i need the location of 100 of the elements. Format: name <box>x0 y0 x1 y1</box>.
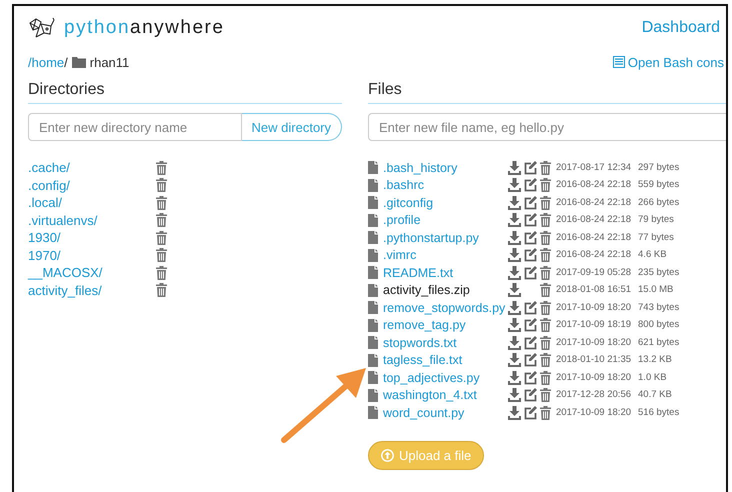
trash-icon[interactable] <box>540 406 551 420</box>
new-directory-button[interactable]: New directory <box>242 113 342 141</box>
edit-icon[interactable] <box>524 300 537 315</box>
download-icon[interactable] <box>508 213 521 228</box>
file-link[interactable]: remove_tag.py <box>383 318 466 332</box>
download-icon[interactable] <box>508 353 521 368</box>
trash-icon[interactable] <box>540 300 551 315</box>
trash-icon[interactable] <box>540 248 551 262</box>
upload-button[interactable]: Upload a file <box>368 440 484 470</box>
upload-icon <box>381 448 394 462</box>
trash-icon[interactable] <box>540 160 551 175</box>
directory-link[interactable]: 1930/ <box>28 230 61 246</box>
file-link[interactable]: .bash_history <box>383 160 458 175</box>
file-size: 15.0 MB <box>638 284 674 296</box>
edit-icon[interactable] <box>524 266 537 280</box>
edit-icon[interactable] <box>524 388 537 402</box>
bash-console-link[interactable]: Open Bash cons <box>612 54 724 70</box>
file-link[interactable]: README.txt <box>383 266 454 280</box>
trash-icon[interactable] <box>540 353 551 368</box>
trash-icon[interactable] <box>540 213 551 228</box>
file-size: 297 bytes <box>638 162 680 174</box>
download-icon[interactable] <box>508 388 521 402</box>
directory-link[interactable]: __MACOSX/ <box>28 265 102 280</box>
file-size: 4.6 KB <box>638 249 667 262</box>
brand-name: pythonanywhere <box>64 17 224 39</box>
file-size: 13.2 KB <box>638 354 672 366</box>
directory-name-field[interactable]: Enter new directory name <box>28 113 242 141</box>
file-link[interactable]: tagless_file.txt <box>383 353 462 368</box>
download-icon[interactable] <box>508 336 521 350</box>
file-link[interactable]: .profile <box>383 213 421 228</box>
download-icon[interactable] <box>508 370 521 385</box>
trash-icon[interactable] <box>540 318 551 332</box>
directory-link[interactable]: .cache/ <box>28 160 70 176</box>
download-icon[interactable] <box>508 406 521 420</box>
directory-link[interactable]: activity_files/ <box>28 282 102 298</box>
download-icon[interactable] <box>508 283 521 298</box>
directory-link[interactable]: 1970/ <box>28 248 61 263</box>
file-size: 266 bytes <box>638 196 680 209</box>
download-icon[interactable] <box>508 248 521 262</box>
edit-icon[interactable] <box>524 370 537 385</box>
edit-icon[interactable] <box>524 336 537 350</box>
file-link[interactable]: .gitconfig <box>383 196 434 210</box>
edit-icon[interactable] <box>524 318 537 332</box>
trash-icon[interactable] <box>156 248 167 262</box>
edit-icon[interactable] <box>524 196 537 210</box>
download-icon[interactable] <box>508 160 521 175</box>
dashboard-link[interactable]: Dashboard <box>642 19 720 37</box>
trash-icon[interactable] <box>540 370 551 385</box>
file-link[interactable]: top_adjectives.py <box>383 370 480 385</box>
trash-icon[interactable] <box>156 196 167 210</box>
logo-icon <box>28 17 56 39</box>
file-link[interactable]: stopwords.txt <box>383 336 457 350</box>
file-link[interactable]: remove_stopwords.py <box>383 300 506 315</box>
file-icon <box>368 284 378 297</box>
edit-icon[interactable] <box>524 178 537 192</box>
file-icon <box>368 266 378 280</box>
edit-icon[interactable] <box>524 160 537 175</box>
modified-date: 2016-08-24 22:18 <box>556 179 632 192</box>
trash-icon[interactable] <box>156 266 167 280</box>
trash-icon[interactable] <box>156 213 167 228</box>
directory-link[interactable]: .config/ <box>28 178 70 193</box>
file-name: activity_files.zip <box>383 283 470 298</box>
trash-icon[interactable] <box>156 178 167 192</box>
trash-icon[interactable] <box>540 178 551 192</box>
download-icon[interactable] <box>508 318 521 332</box>
trash-icon[interactable] <box>156 160 167 175</box>
download-icon[interactable] <box>508 196 521 210</box>
edit-icon[interactable] <box>524 248 537 262</box>
directory-link[interactable]: .virtualenvs/ <box>28 212 98 228</box>
trash-icon[interactable] <box>540 336 551 350</box>
file-icon <box>368 354 378 367</box>
trash-icon[interactable] <box>540 388 551 402</box>
download-icon[interactable] <box>508 266 521 280</box>
edit-icon[interactable] <box>524 230 537 245</box>
download-icon[interactable] <box>508 178 521 192</box>
trash-icon[interactable] <box>540 196 551 210</box>
edit-icon[interactable] <box>524 213 537 228</box>
trash-icon[interactable] <box>156 230 167 245</box>
file-link[interactable]: word_count.py <box>383 406 464 420</box>
trash-icon[interactable] <box>156 283 167 298</box>
download-icon[interactable] <box>508 230 521 245</box>
file-size: 40.7 KB <box>638 389 672 402</box>
file-name-field[interactable]: Enter new file name, eg hello.py <box>368 113 726 141</box>
download-icon[interactable] <box>508 300 521 315</box>
file-link[interactable]: .vimrc <box>383 248 416 262</box>
file-link[interactable]: .bashrc <box>383 178 424 192</box>
edit-icon[interactable] <box>524 353 537 368</box>
file-size: 621 bytes <box>638 336 680 349</box>
file-link[interactable]: .pythonstartup.py <box>383 230 479 245</box>
home-link[interactable]: /home <box>28 54 64 70</box>
console-icon <box>612 56 625 68</box>
trash-icon[interactable] <box>540 283 551 298</box>
edit-icon[interactable] <box>524 406 537 420</box>
file-icon <box>368 318 378 332</box>
trash-icon[interactable] <box>540 266 551 280</box>
file-size: 743 bytes <box>638 302 680 314</box>
directory-link[interactable]: .local/ <box>28 195 62 210</box>
file-icon <box>368 214 378 227</box>
trash-icon[interactable] <box>540 230 551 245</box>
file-link[interactable]: washington_4.txt <box>383 388 477 402</box>
